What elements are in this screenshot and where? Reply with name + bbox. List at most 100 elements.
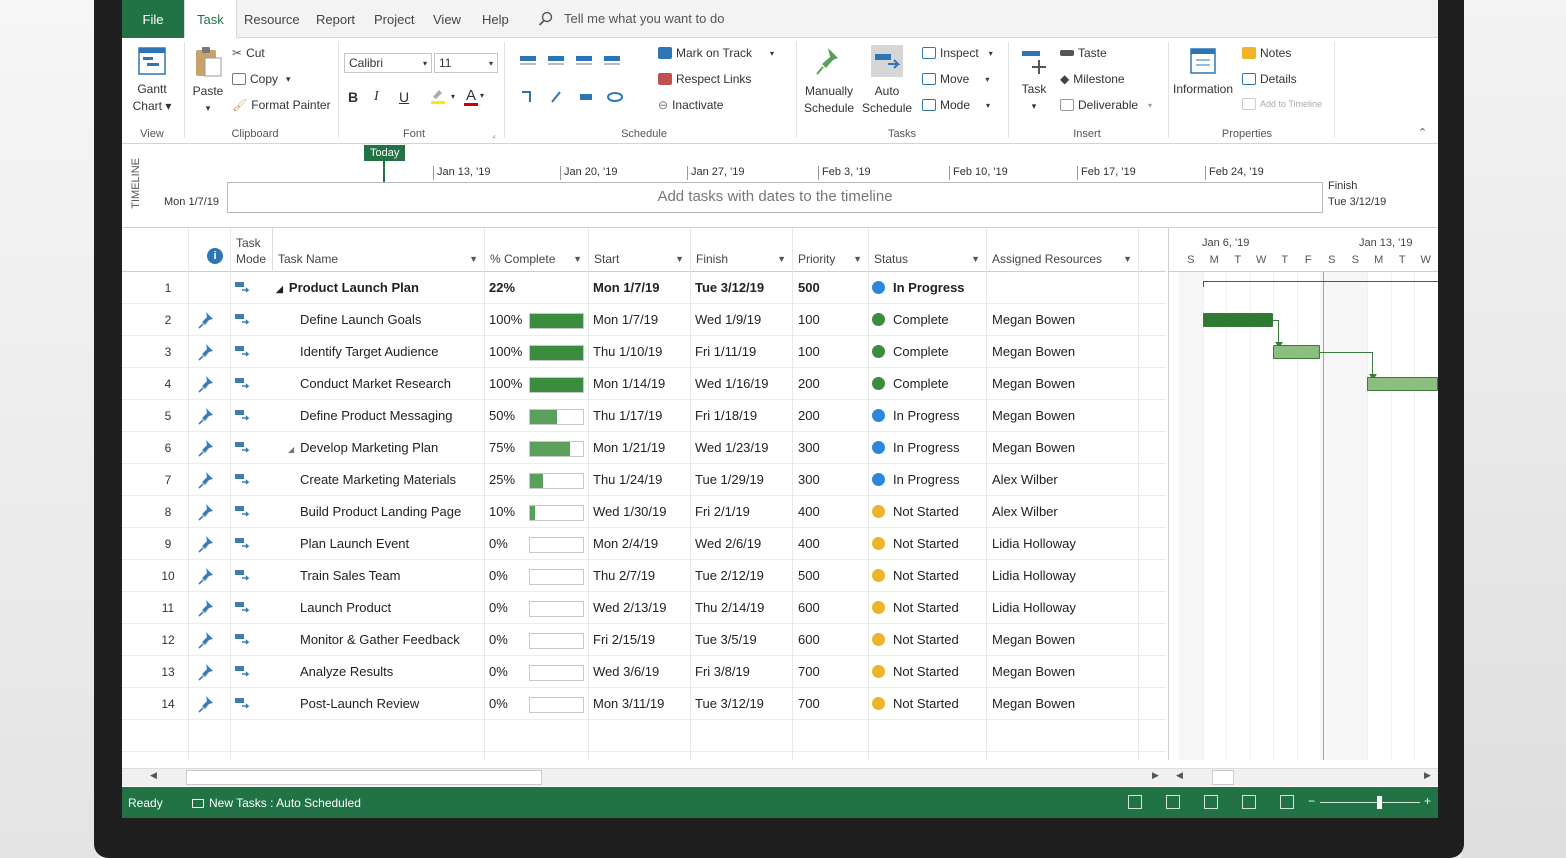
percent-complete-cell[interactable]: 0% [489, 688, 529, 720]
resource-cell[interactable] [992, 272, 1136, 304]
cut-button[interactable]: ✂ Cut [232, 46, 265, 60]
tab-task[interactable]: Task [184, 0, 237, 39]
finish-cell[interactable]: Wed 1/16/19 [695, 368, 791, 400]
scroll-left-icon[interactable]: ◀ [150, 770, 157, 781]
row-number[interactable]: 4 [148, 368, 188, 400]
status-cell[interactable]: In Progress [872, 432, 984, 464]
finish-cell[interactable]: Tue 2/12/19 [695, 560, 791, 592]
gantt-task-bar[interactable] [1437, 409, 1438, 423]
table-row[interactable]: 4 Conduct Market Research 100% Mon 1/14/… [122, 368, 1166, 400]
details-button[interactable]: Details [1242, 72, 1297, 86]
font-name-select[interactable]: Calibri ▾ [344, 53, 432, 73]
gantt-scroll-thumb[interactable] [1212, 770, 1234, 785]
task-name-cell[interactable]: ◢ Product Launch Plan [276, 272, 480, 304]
tab-file[interactable]: File [122, 0, 184, 38]
priority-cell[interactable]: 600 [798, 624, 866, 656]
finish-cell[interactable]: Fri 1/18/19 [695, 400, 791, 432]
tab-view[interactable]: View [433, 0, 461, 38]
percent-complete-cell[interactable]: 100% [489, 336, 529, 368]
task-name-cell[interactable]: Analyze Results [300, 656, 480, 688]
percent-complete-cell[interactable]: 0% [489, 656, 529, 688]
finish-cell[interactable]: Tue 1/29/19 [695, 464, 791, 496]
priority-cell[interactable]: 300 [798, 464, 866, 496]
bold-button[interactable]: B [348, 89, 358, 105]
start-cell[interactable]: Mon 3/11/19 [593, 688, 689, 720]
start-cell[interactable]: Thu 2/7/19 [593, 560, 689, 592]
view-report-icon[interactable] [1280, 795, 1294, 809]
row-number[interactable]: 1 [148, 272, 188, 304]
status-cell[interactable]: In Progress [872, 464, 984, 496]
view-team-planner-icon[interactable] [1204, 795, 1218, 809]
percent-complete-cell[interactable]: 0% [489, 528, 529, 560]
resource-cell[interactable]: Lidia Holloway [992, 560, 1136, 592]
table-row[interactable]: 11 Launch Product 0% Wed 2/13/19 Thu 2/1… [122, 592, 1166, 624]
table-row[interactable]: 9 Plan Launch Event 0% Mon 2/4/19 Wed 2/… [122, 528, 1166, 560]
filter-dropdown-icon[interactable]: ▼ [573, 254, 582, 264]
filter-dropdown-icon[interactable]: ▼ [675, 254, 684, 264]
manually-schedule-button[interactable]: Manually Schedule [804, 46, 854, 117]
indicators-header[interactable]: i [188, 228, 230, 272]
percent-complete-cell[interactable]: 75% [489, 432, 529, 464]
highlight-button[interactable]: ▾ [429, 87, 455, 105]
gantt-task-bar[interactable] [1367, 377, 1438, 391]
row-number[interactable]: 9 [148, 528, 188, 560]
start-cell[interactable]: Wed 1/30/19 [593, 496, 689, 528]
row-number[interactable]: 13 [148, 656, 188, 688]
link-indent-icons[interactable] [518, 88, 638, 106]
priority-header[interactable]: Priority ▼ [792, 228, 868, 272]
taste-button[interactable]: Taste [1060, 46, 1107, 60]
start-header[interactable]: Start ▼ [588, 228, 690, 272]
zoom-slider[interactable] [1320, 802, 1420, 803]
row-number[interactable]: 7 [148, 464, 188, 496]
resource-cell[interactable]: Megan Bowen [992, 624, 1136, 656]
collapse-ribbon-icon[interactable]: ⌃ [1418, 126, 1427, 139]
resource-cell[interactable]: Megan Bowen [992, 304, 1136, 336]
gantt-chart-button[interactable]: Gantt Chart ▾ [132, 46, 172, 115]
gantt-scroll-right-icon[interactable]: ▶ [1424, 770, 1431, 781]
font-color-button[interactable]: A ▾ [464, 87, 484, 106]
status-header[interactable]: Status ▼ [868, 228, 986, 272]
task-name-cell[interactable]: Define Launch Goals [300, 304, 480, 336]
finish-cell[interactable]: Fri 3/8/19 [695, 656, 791, 688]
start-cell[interactable]: Mon 1/21/19 [593, 432, 689, 464]
task-name-cell[interactable]: Post-Launch Review [300, 688, 480, 720]
priority-cell[interactable]: 300 [798, 432, 866, 464]
start-cell[interactable]: Wed 3/6/19 [593, 656, 689, 688]
priority-cell[interactable]: 100 [798, 336, 866, 368]
percent-complete-cell[interactable]: 10% [489, 496, 529, 528]
status-cell[interactable]: Not Started [872, 624, 984, 656]
priority-cell[interactable]: 400 [798, 496, 866, 528]
respect-links-button[interactable]: Respect Links [658, 72, 751, 86]
row-number[interactable]: 12 [148, 624, 188, 656]
priority-cell[interactable]: 400 [798, 528, 866, 560]
priority-cell[interactable]: 700 [798, 688, 866, 720]
status-cell[interactable]: Not Started [872, 656, 984, 688]
filter-dropdown-icon[interactable]: ▼ [853, 254, 862, 264]
task-name-cell[interactable]: Create Marketing Materials [300, 464, 480, 496]
paste-button[interactable]: Paste ▾ [190, 46, 226, 117]
resources-header[interactable]: Assigned Resources ▼ [986, 228, 1138, 272]
percent-complete-cell[interactable]: 100% [489, 368, 529, 400]
task-name-cell[interactable]: Monitor & Gather Feedback [300, 624, 480, 656]
row-number[interactable]: 6 [148, 432, 188, 464]
gantt-task-bar[interactable] [1202, 313, 1273, 327]
tab-report[interactable]: Report [316, 0, 355, 38]
status-cell[interactable]: Not Started [872, 560, 984, 592]
task-name-cell[interactable]: Conduct Market Research [300, 368, 480, 400]
percent-complete-cell[interactable]: 50% [489, 400, 529, 432]
font-size-select[interactable]: 11 ▾ [434, 53, 498, 73]
row-number[interactable]: 8 [148, 496, 188, 528]
deliverable-button[interactable]: Deliverable ▾ [1060, 98, 1152, 112]
finish-cell[interactable]: Wed 2/6/19 [695, 528, 791, 560]
finish-cell[interactable]: Tue 3/5/19 [695, 624, 791, 656]
resource-cell[interactable]: Lidia Holloway [992, 528, 1136, 560]
priority-cell[interactable]: 700 [798, 656, 866, 688]
add-to-timeline-button[interactable]: Add to Timeline [1242, 98, 1322, 110]
zoom-out-icon[interactable]: − [1308, 794, 1315, 808]
inactivate-button[interactable]: ⊖ Inactivate [658, 98, 723, 112]
percent-complete-cell[interactable]: 100% [489, 304, 529, 336]
start-cell[interactable]: Wed 2/13/19 [593, 592, 689, 624]
task-name-cell[interactable]: ◢ Develop Marketing Plan [288, 432, 480, 464]
status-cell[interactable]: In Progress [872, 272, 984, 304]
finish-cell[interactable]: Fri 2/1/19 [695, 496, 791, 528]
